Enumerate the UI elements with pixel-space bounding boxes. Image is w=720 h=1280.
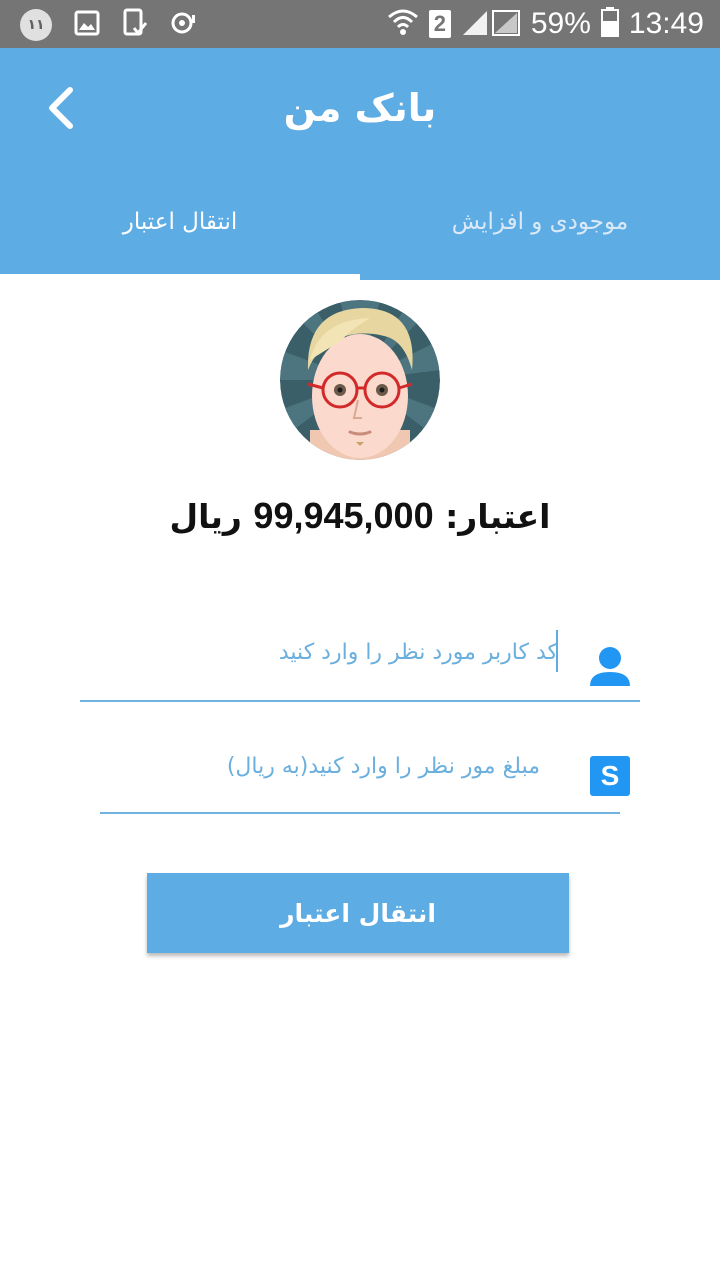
user-code-field [80,610,640,702]
input-underline [80,700,640,702]
clock: 13:49 [628,7,704,40]
gallery-icon [74,10,100,40]
user-code-input[interactable] [180,632,558,672]
tab-credit-transfer[interactable]: انتقال اعتبار [0,178,360,280]
balance-label: اعتبار: [445,497,551,536]
balance-amount: 99,945,000 [253,495,434,536]
battery-percentage: 59% [530,7,591,40]
app-bar: بانک من انتقال اعتبار موجودی و افزایش [0,48,720,280]
page-title: بانک من [283,86,437,130]
balance-unit: ریال [169,497,242,536]
currency-icon: S [590,756,630,796]
amount-field: S [100,722,630,814]
media-icon [170,9,198,41]
notification-count-badge: ۱۱ [20,9,52,41]
tab-label: انتقال اعتبار [122,209,238,235]
tab-bar: انتقال اعتبار موجودی و افزایش [0,178,720,280]
tab-balance-topup[interactable]: موجودی و افزایش [360,178,720,280]
phone-check-icon [122,8,148,42]
status-bar: ۱۱ 2 59% 13:49 [0,0,720,48]
wifi-icon [387,7,419,41]
battery-icon [600,7,619,41]
input-underline [100,812,620,814]
avatar [280,300,440,460]
amount-input[interactable] [200,746,540,786]
transfer-credit-button[interactable]: انتقال اعتبار [147,873,569,953]
text-caret [556,630,558,672]
tab-label: موجودی و افزایش [451,209,629,235]
user-icon [588,644,632,688]
sim-indicator: 2 [428,10,451,38]
signal-icon [461,7,521,41]
balance-display: اعتبار: 99,945,000 ریال [0,495,720,537]
